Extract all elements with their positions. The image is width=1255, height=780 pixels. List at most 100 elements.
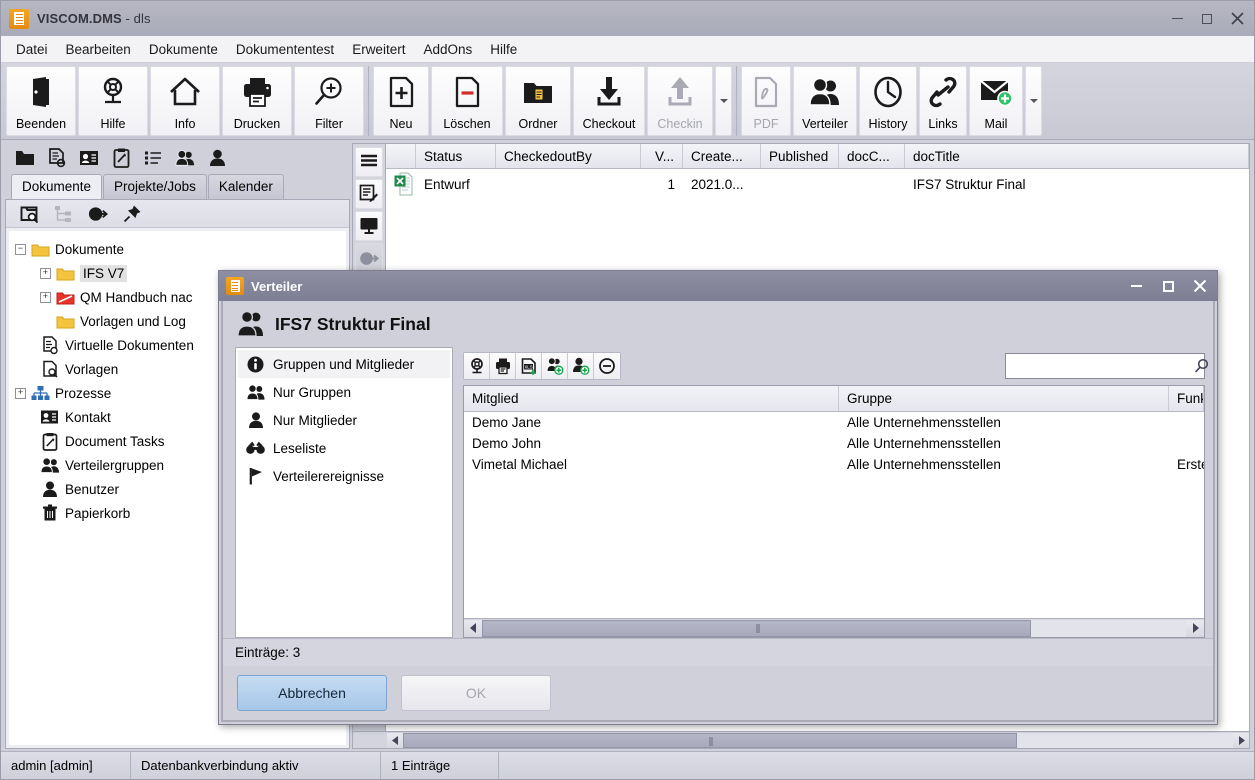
toolbar-dropdown-actions[interactable]	[1025, 66, 1042, 136]
side-item-gruppen-und-mitglieder[interactable]: Gruppen und Mitglieder	[238, 350, 450, 378]
toolbar-button-neu[interactable]: Neu	[373, 66, 429, 136]
remove-button[interactable]	[594, 353, 620, 379]
contact-card-icon[interactable]	[79, 148, 99, 168]
tab-dokumente[interactable]: Dokumente	[11, 174, 103, 199]
scroll-track[interactable]	[403, 732, 1233, 748]
tree-node-dokumente[interactable]: − Dokumente	[15, 237, 344, 261]
refresh-button[interactable]	[464, 353, 490, 379]
edit-properties-icon[interactable]	[355, 179, 383, 209]
no-expander	[25, 364, 36, 375]
toolbar-button-links[interactable]: Links	[919, 66, 967, 136]
maximize-icon[interactable]	[1157, 275, 1179, 297]
column-header-gruppe[interactable]: Gruppe	[839, 386, 1169, 411]
collapse-toggle[interactable]: −	[15, 243, 26, 255]
toolbar-button-history[interactable]: History	[859, 66, 917, 136]
menu-item-bearbeiten[interactable]: Bearbeiten	[57, 38, 140, 61]
column-header-docc[interactable]: docC...	[839, 144, 905, 168]
virtual-document-icon[interactable]	[47, 148, 67, 168]
maximize-icon[interactable]	[1192, 6, 1222, 32]
toolbar-button-hilfe[interactable]: Hilfe	[78, 66, 148, 136]
tab-kalender[interactable]: Kalender	[207, 174, 284, 199]
export-icon[interactable]	[88, 204, 108, 224]
menu-item-hilfe[interactable]: Hilfe	[481, 38, 526, 61]
side-item-verteilerereignisse[interactable]: Verteilerereignisse	[238, 462, 450, 490]
toolbar-button-mail[interactable]: Mail	[969, 66, 1023, 136]
binoculars-icon	[246, 441, 265, 455]
preview-monitor-icon[interactable]	[355, 211, 383, 241]
scroll-grip	[709, 736, 711, 746]
list-icon[interactable]	[143, 148, 163, 168]
add-member-button[interactable]	[568, 353, 594, 379]
find-folder-icon[interactable]	[20, 204, 40, 224]
status-entries: 1 Einträge	[381, 752, 499, 779]
document-list-hscrollbar[interactable]	[352, 732, 1250, 749]
menu-item-addons[interactable]: AddOns	[414, 38, 481, 61]
toolbar-button-pdf[interactable]: PDF	[741, 66, 791, 136]
toolbar-button-checkin[interactable]: Checkin	[647, 66, 713, 136]
column-header-published[interactable]: Published	[761, 144, 839, 168]
contact-card-icon	[40, 409, 60, 425]
export-xls-button[interactable]: XLS	[516, 353, 542, 379]
toolbar-button-filter[interactable]: Filter	[294, 66, 364, 136]
tab-projekte-jobs[interactable]: Projekte/Jobs	[103, 174, 207, 199]
print-button[interactable]	[490, 353, 516, 379]
user-icon[interactable]	[207, 148, 227, 168]
search-box[interactable]	[1005, 353, 1209, 379]
table-row[interactable]: Demo John Alle Unternehmensstellen	[464, 433, 1204, 454]
side-item-nur-gruppen[interactable]: Nur Gruppen	[238, 378, 450, 406]
column-header-funktion[interactable]: Funkt	[1169, 386, 1204, 411]
table-row[interactable]: Entwurf 1 2021.0... IFS7 Struktur Final	[386, 169, 1249, 199]
column-header-status[interactable]: Status	[416, 144, 496, 168]
expand-toggle[interactable]: +	[40, 267, 51, 279]
expand-toggle[interactable]: +	[15, 387, 26, 399]
tree-structure-icon[interactable]	[54, 204, 74, 224]
group-users-icon[interactable]	[175, 148, 195, 168]
side-item-nur-mitglieder[interactable]: Nur Mitglieder	[238, 406, 450, 434]
member-table-hscrollbar[interactable]	[464, 618, 1204, 637]
menu-item-dokumente[interactable]: Dokumente	[140, 38, 227, 61]
column-header-version[interactable]: V...	[641, 144, 683, 168]
no-expander	[25, 340, 36, 351]
toolbar-button-drucken[interactable]: Drucken	[222, 66, 292, 136]
side-item-leseliste[interactable]: Leseliste	[238, 434, 450, 462]
task-clipboard-icon[interactable]	[111, 148, 131, 168]
export-icon[interactable]	[355, 243, 383, 273]
menu-item-dokumententest[interactable]: Dokumententest	[227, 38, 343, 61]
scroll-left-icon[interactable]	[387, 732, 403, 748]
cancel-button[interactable]: Abbrechen	[237, 675, 387, 711]
column-header-checkedoutby[interactable]: CheckedoutBy	[496, 144, 641, 168]
expand-toggle[interactable]: +	[40, 291, 51, 303]
menu-item-erweitert[interactable]: Erweitert	[343, 38, 414, 61]
tree-node-label: QM Handbuch nac	[80, 289, 193, 305]
search-input[interactable]	[1014, 357, 1194, 375]
column-header-doctitle[interactable]: docTitle	[905, 144, 1249, 168]
pin-icon[interactable]	[122, 204, 142, 224]
toolbar-button-loeschen[interactable]: Löschen	[431, 66, 503, 136]
minimize-icon[interactable]	[1125, 275, 1147, 297]
scroll-right-icon[interactable]	[1233, 732, 1249, 748]
scroll-right-icon[interactable]	[1186, 619, 1204, 637]
toolbar-button-checkout[interactable]: Checkout	[573, 66, 645, 136]
scroll-track[interactable]	[482, 619, 1186, 637]
scroll-left-icon[interactable]	[464, 619, 482, 637]
column-header-created[interactable]: Create...	[683, 144, 761, 168]
add-group-button[interactable]	[542, 353, 568, 379]
toolbar-button-info[interactable]: Info	[150, 66, 220, 136]
toolbar-button-verteiler[interactable]: Verteiler	[793, 66, 857, 136]
search-icon[interactable]	[1194, 358, 1210, 374]
dialog-entry-count: Einträge: 3	[223, 638, 1213, 666]
list-view-icon[interactable]	[355, 147, 383, 177]
table-row[interactable]: Demo Jane Alle Unternehmensstellen	[464, 412, 1204, 433]
folder-icon[interactable]	[15, 148, 35, 168]
toolbar-button-beenden[interactable]: Beenden	[6, 66, 76, 136]
toolbar-button-ordner[interactable]: Ordner	[505, 66, 571, 136]
menu-item-datei[interactable]: Datei	[7, 38, 57, 61]
table-row[interactable]: Vimetal Michael Alle Unternehmensstellen…	[464, 454, 1204, 475]
ok-button[interactable]: OK	[401, 675, 551, 711]
toolbar-dropdown-documents[interactable]	[715, 66, 732, 136]
minimize-icon[interactable]	[1162, 6, 1192, 32]
column-header-mitglied[interactable]: Mitglied	[464, 386, 839, 411]
no-expander	[25, 412, 36, 423]
close-icon[interactable]	[1222, 6, 1252, 32]
close-icon[interactable]	[1189, 275, 1211, 297]
